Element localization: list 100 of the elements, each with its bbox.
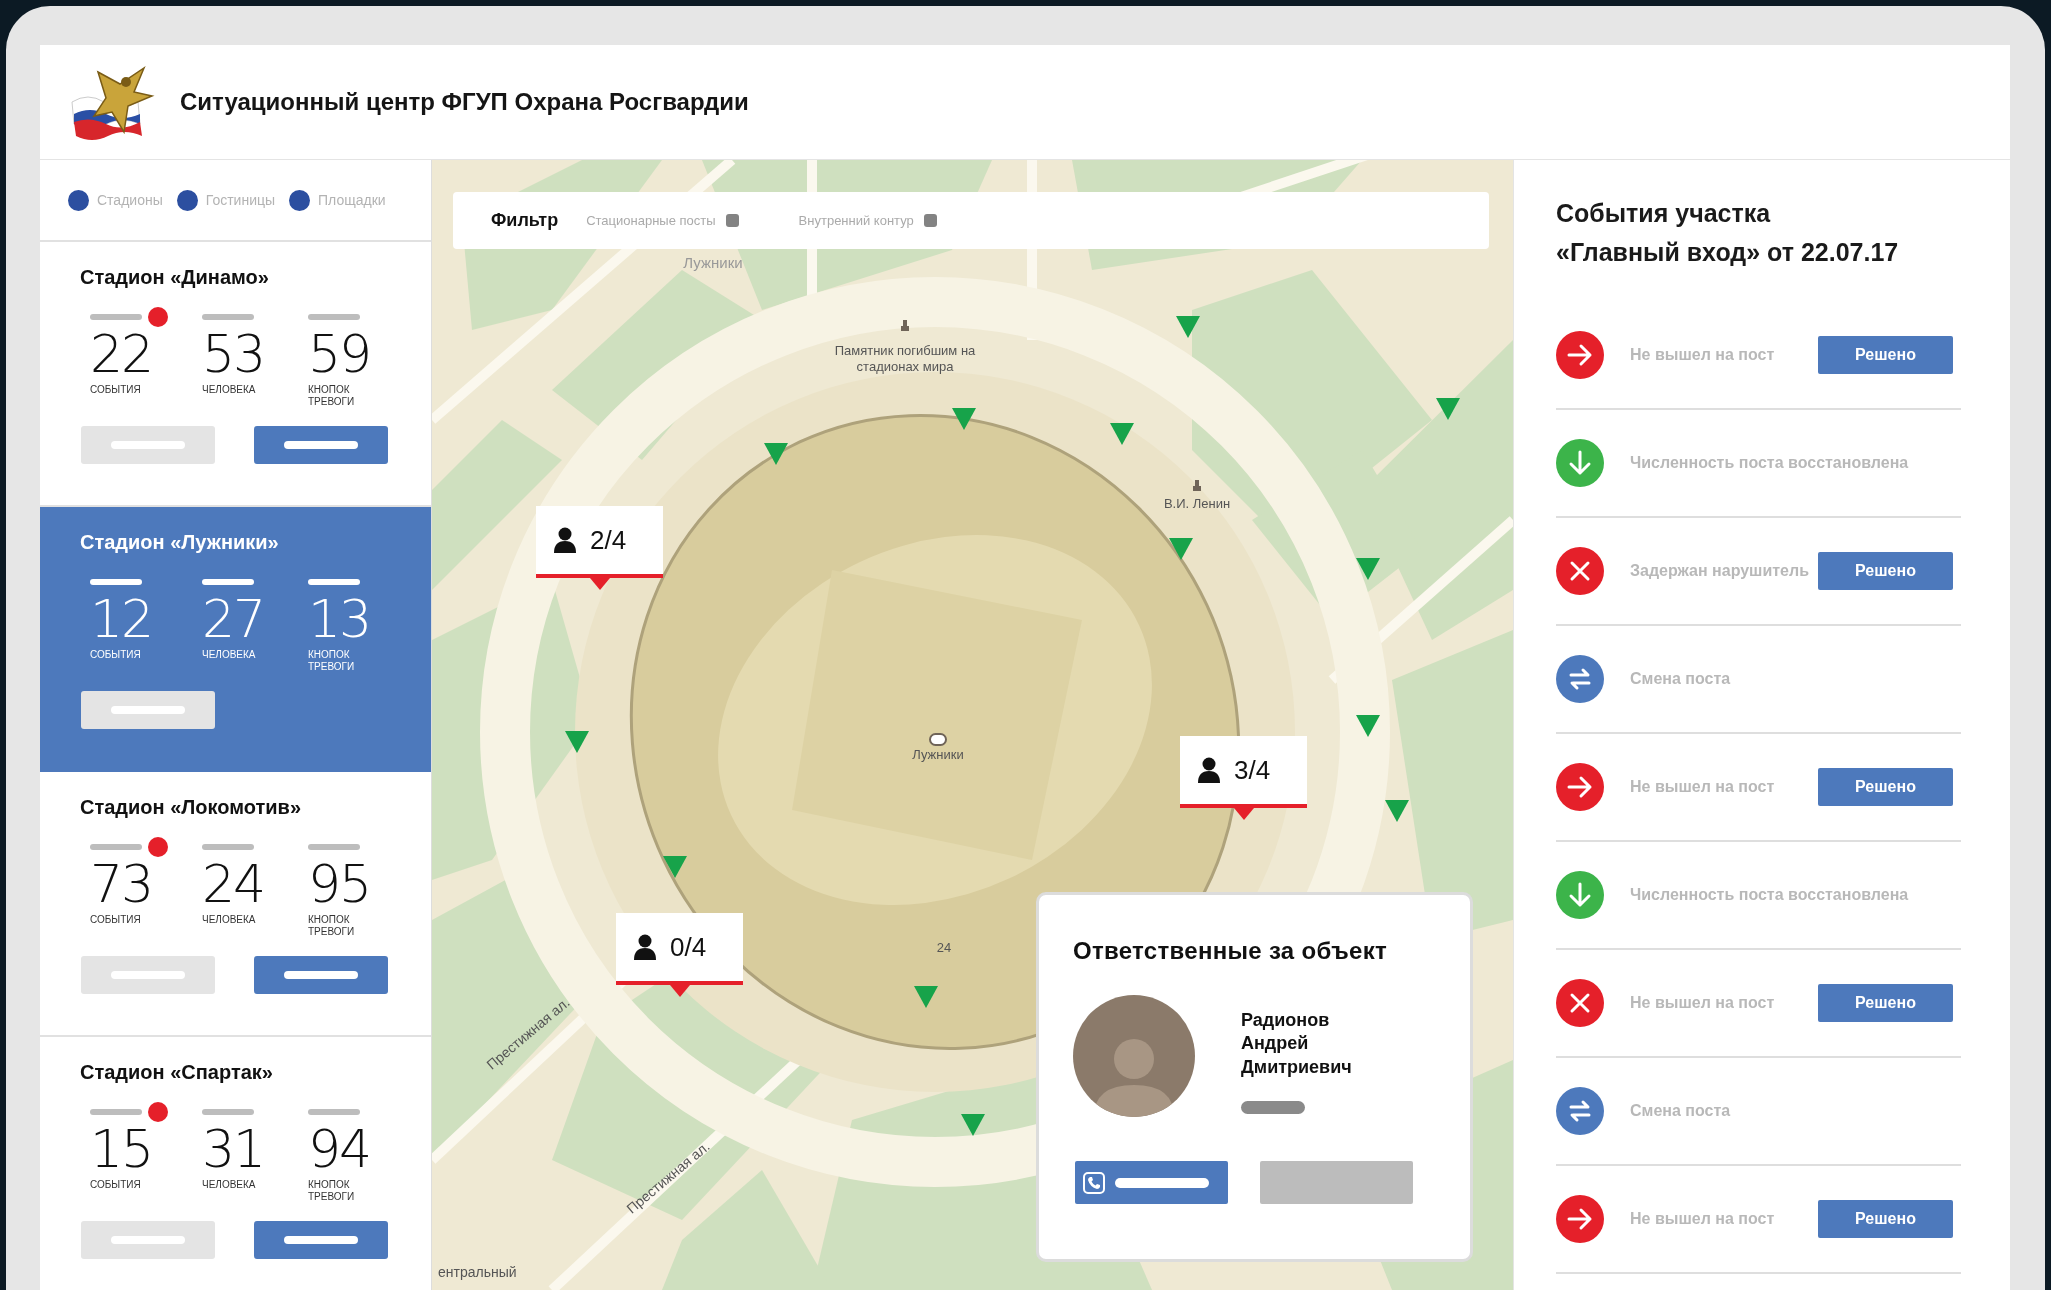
stat-label: КНОПОК ТРЕВОГИ — [308, 914, 356, 938]
event-text: Не вышел на пост — [1630, 992, 1775, 1013]
monument-icon — [898, 318, 912, 332]
post-marker-icon[interactable] — [663, 856, 687, 878]
resolved-button[interactable]: Решено — [1818, 983, 1953, 1022]
map-label: 24 — [935, 940, 953, 957]
post-marker-icon[interactable] — [961, 1114, 985, 1136]
stadium-name: Стадион «Локомотив» — [80, 795, 303, 820]
stat-value: 94 — [308, 1123, 372, 1175]
stat-bar — [90, 314, 142, 320]
map-label: Лужники — [683, 254, 743, 273]
legend-label: Площадки — [318, 190, 386, 210]
arrow-right-icon — [1556, 762, 1604, 811]
stat-value: 31 — [202, 1123, 266, 1175]
stat-label: ЧЕЛОВЕКА — [202, 649, 257, 661]
phone-icon — [1083, 1171, 1105, 1194]
resolved-button[interactable]: Решено — [1818, 767, 1953, 806]
stat-value: 22 — [90, 328, 154, 380]
event-text: Не вышел на пост — [1630, 344, 1775, 365]
stat-value: 15 — [90, 1123, 154, 1175]
action-button[interactable] — [254, 956, 388, 994]
stat-value: 24 — [202, 858, 266, 910]
map-label: ентральный — [438, 1264, 517, 1282]
post-marker-icon[interactable] — [1436, 398, 1460, 420]
post-marker-icon[interactable] — [914, 986, 938, 1008]
marker-pointer-icon — [589, 578, 610, 590]
post-marker[interactable]: 0/4 — [616, 913, 743, 985]
event-text: Смена поста — [1630, 668, 1731, 689]
stadium-icon — [929, 732, 947, 747]
stat-bar — [202, 844, 254, 850]
resolved-button[interactable]: Решено — [1818, 551, 1953, 590]
action-button[interactable] — [254, 1221, 388, 1259]
stat-label: СОБЫТИЯ — [90, 1179, 142, 1191]
card-title: Ответственные за объект — [1073, 936, 1389, 966]
legend-label: Гостиницы — [205, 190, 276, 210]
post-count: 3/4 — [1234, 753, 1271, 787]
stat-label: ЧЕЛОВЕКА — [202, 914, 257, 926]
person-icon — [1198, 757, 1220, 783]
filter-title: Фильтр — [491, 209, 559, 232]
swap-arrows-icon — [1556, 1086, 1604, 1135]
stat-value: 95 — [308, 858, 372, 910]
stat-bar — [308, 579, 360, 585]
stat-value: 53 — [202, 328, 266, 380]
stat-label: СОБЫТИЯ — [90, 649, 142, 661]
event-text: Смена поста — [1630, 1100, 1731, 1121]
map-label: В.И. Ленин — [1162, 496, 1232, 513]
post-marker-icon[interactable] — [952, 408, 976, 430]
post-marker-icon[interactable] — [1356, 715, 1380, 737]
map-label: Памятник погибшим на стадионах мира — [833, 343, 977, 376]
monument-icon — [1190, 478, 1204, 492]
event-text: Численность поста восстановлена — [1630, 884, 1909, 905]
arrow-down-icon — [1556, 438, 1604, 487]
post-marker-icon[interactable] — [565, 731, 589, 753]
stadium-card[interactable]: Стадион «Лужники» 12 СОБЫТИЯ 27 ЧЕЛОВЕКА 13 КНОПОК ТРЕВОГИ — [40, 507, 431, 772]
person-icon — [554, 527, 576, 553]
stat-value: 13 — [308, 593, 372, 645]
stadium-name: Стадион «Лужники» — [80, 530, 280, 555]
stat-bar — [90, 579, 142, 585]
marker-pointer-icon — [669, 985, 690, 997]
stat-bar — [308, 844, 360, 850]
post-marker[interactable]: 3/4 — [1180, 736, 1307, 808]
panel-title: События участка — [1556, 198, 1772, 229]
post-count: 0/4 — [670, 930, 707, 964]
checkbox[interactable] — [923, 214, 937, 227]
stadium-card[interactable]: Стадион «Динамо» 22 СОБЫТИЯ 53 ЧЕЛОВЕКА 59 КНОПОК ТРЕВОГИ — [40, 242, 431, 507]
resolved-button[interactable]: Решено — [1818, 335, 1953, 374]
map-label: Лужники — [911, 747, 965, 764]
post-marker-icon[interactable] — [1110, 423, 1134, 445]
panel-title: «Главный вход» от 22.07.17 — [1556, 236, 1900, 268]
arrow-right-icon — [1556, 1194, 1604, 1243]
stadium-name: Стадион «Динамо» — [80, 265, 270, 290]
person-icon — [634, 934, 656, 960]
legend-label: Стадионы — [97, 190, 163, 210]
stat-bar — [202, 314, 254, 320]
checkbox[interactable] — [725, 214, 739, 227]
event-text: Не вышел на пост — [1630, 1208, 1775, 1229]
event-text: Задержан нарушитель — [1630, 560, 1809, 581]
post-marker-icon[interactable] — [764, 443, 788, 465]
post-marker-icon[interactable] — [1176, 316, 1200, 338]
action-button[interactable] — [254, 426, 388, 464]
legend-dot — [176, 189, 198, 211]
stat-value: 59 — [308, 328, 372, 380]
post-marker[interactable]: 2/4 — [536, 506, 663, 578]
resolved-button[interactable]: Решено — [1818, 1199, 1953, 1238]
marker-pointer-icon — [1233, 808, 1254, 820]
swap-arrows-icon — [1556, 654, 1604, 703]
stat-value: 73 — [90, 858, 154, 910]
stadium-name: Стадион «Спартак» — [80, 1060, 274, 1085]
post-marker-icon[interactable] — [1385, 800, 1409, 822]
stat-bar — [308, 314, 360, 320]
stadium-card[interactable]: Стадион «Локомотив» 73 СОБЫТИЯ 24 ЧЕЛОВЕКА 95 КНОПОК ТРЕВОГИ — [40, 772, 431, 1037]
call-button[interactable] — [1075, 1161, 1228, 1204]
post-marker-icon[interactable] — [1356, 558, 1380, 580]
event-text: Не вышел на пост — [1630, 776, 1775, 797]
stadium-card[interactable]: Стадион «Спартак» 15 СОБЫТИЯ 31 ЧЕЛОВЕКА 94 КНОПОК ТРЕВОГИ — [40, 1037, 431, 1290]
stat-bar — [308, 1109, 360, 1115]
app-title: Ситуационный центр ФГУП Охрана Росгвардии — [180, 87, 749, 117]
post-marker-icon[interactable] — [1169, 538, 1193, 560]
stat-bar — [202, 579, 254, 585]
cross-icon — [1556, 978, 1604, 1027]
